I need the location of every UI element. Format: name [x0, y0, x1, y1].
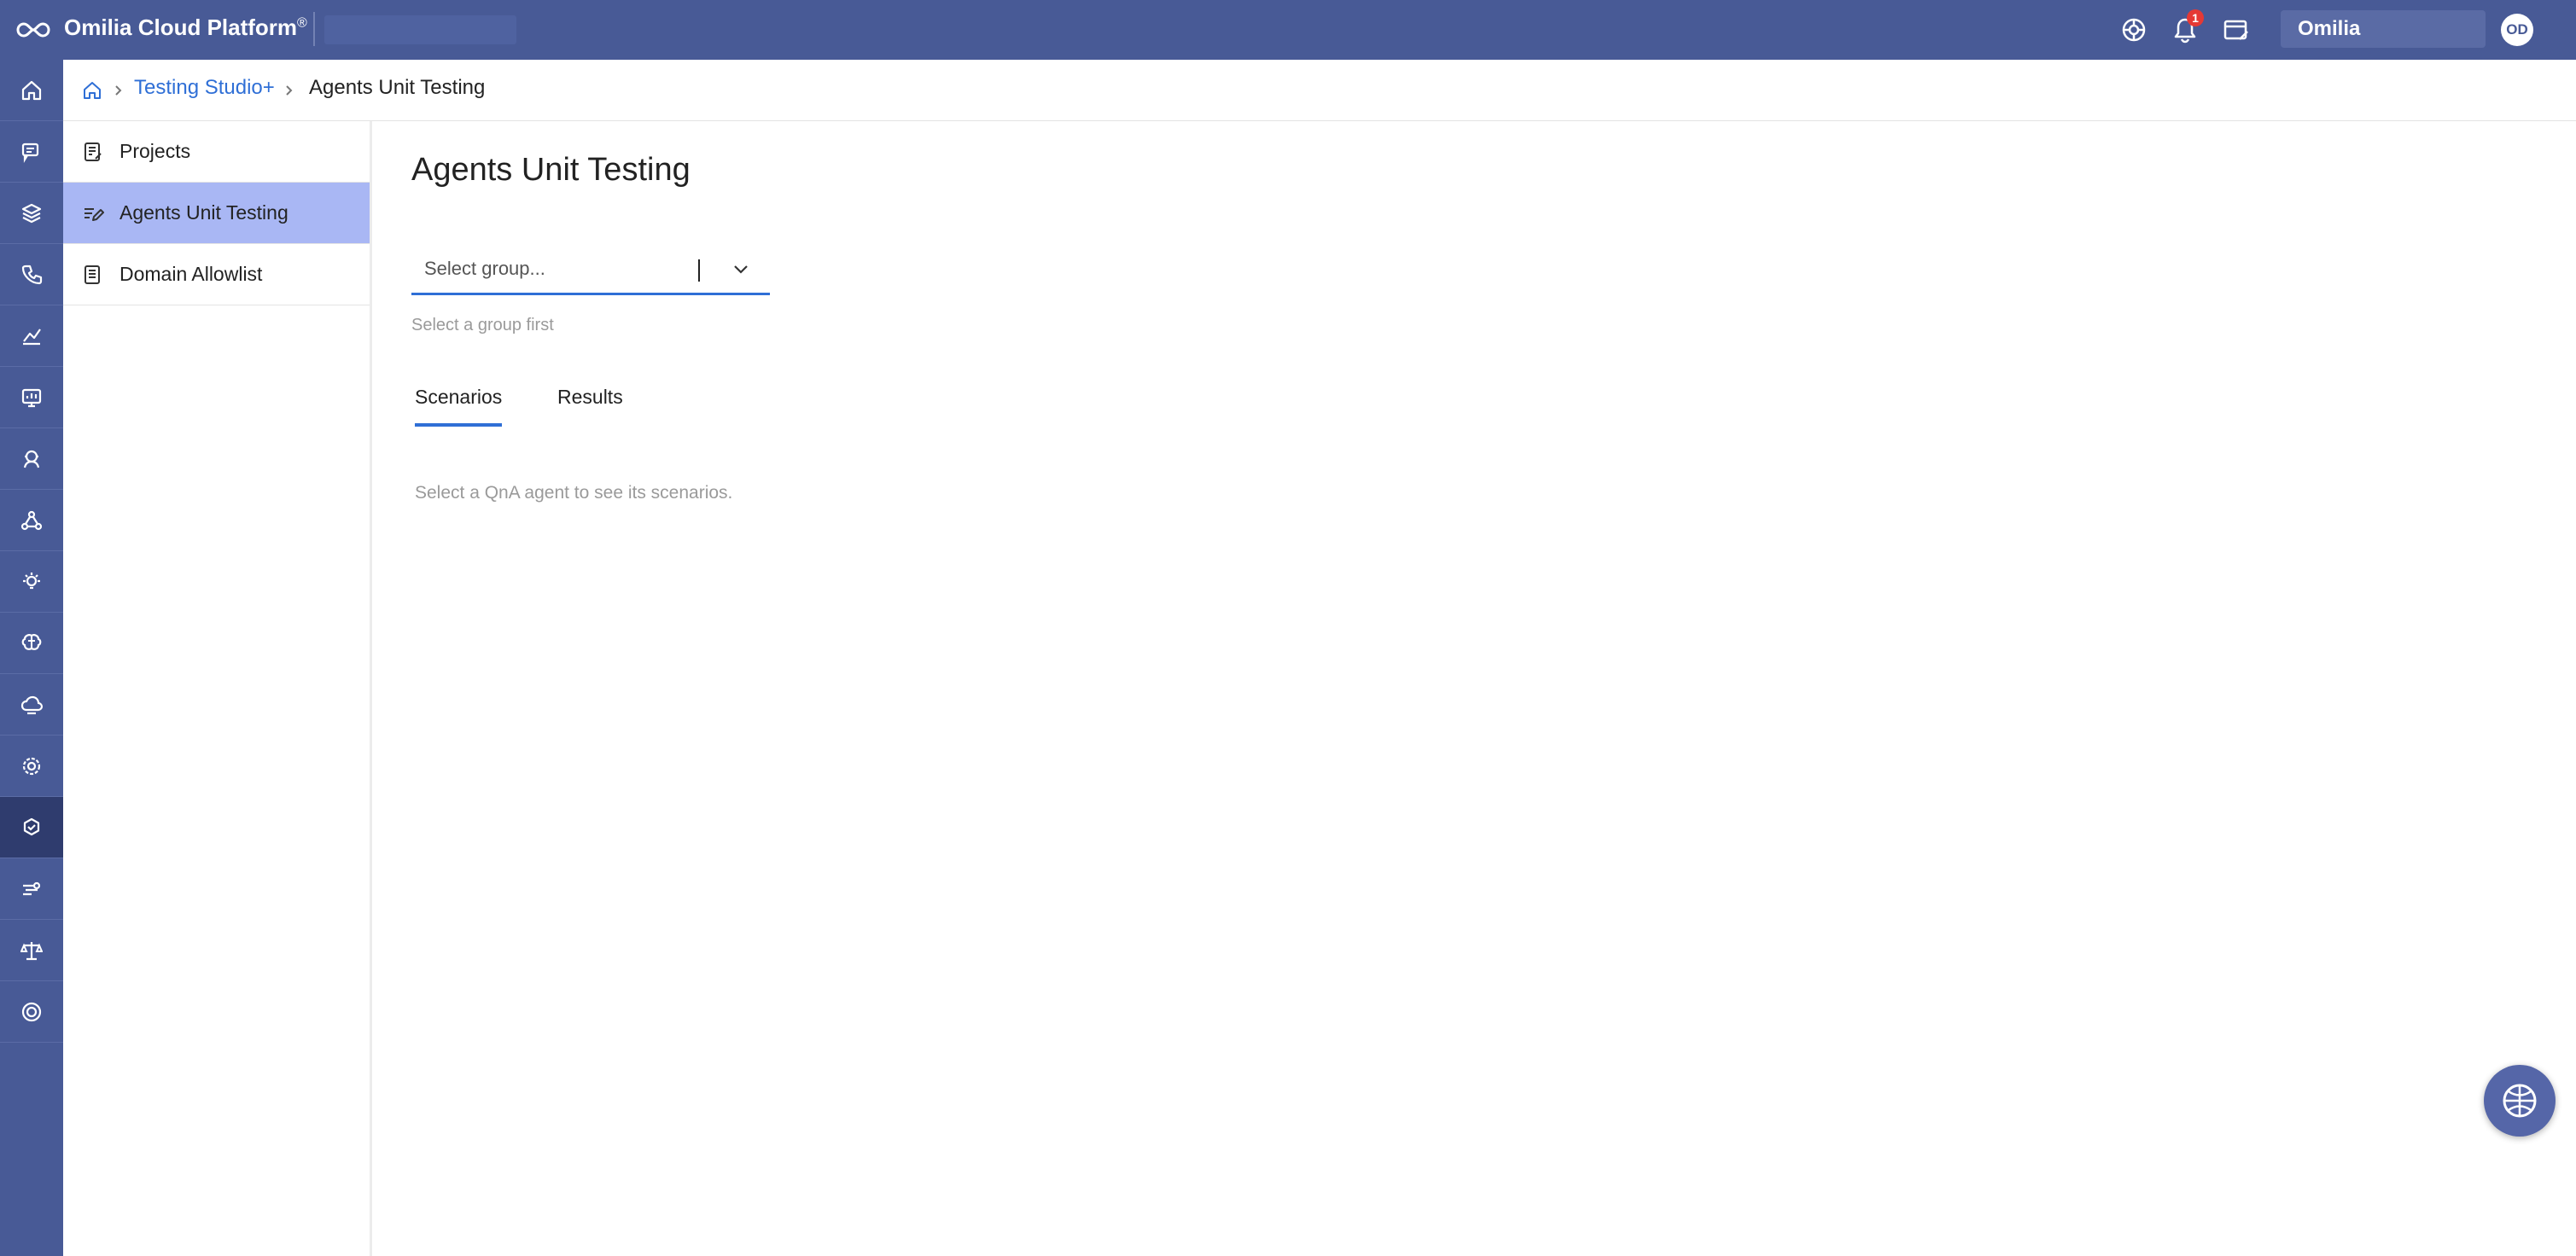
group-select-placeholder: Select group...	[424, 258, 545, 279]
group-select-dropdown[interactable]: Select group...	[411, 247, 770, 295]
analytics-icon[interactable]	[0, 305, 63, 367]
breadcrumb-testing-studio-link[interactable]: Testing Studio+	[134, 76, 275, 100]
document-edit-icon	[82, 141, 104, 163]
release-notes-icon[interactable]	[2221, 15, 2252, 45]
sidebar-item-label: Projects	[119, 140, 191, 162]
breadcrumb: Testing Studio+ Agents Unit Testing	[63, 60, 2576, 121]
notification-badge: 1	[2187, 9, 2204, 26]
tab-scenarios[interactable]: Scenarios	[415, 386, 503, 427]
registered-mark: ®	[297, 15, 307, 31]
tab-results[interactable]: Results	[557, 386, 623, 427]
speed-icon[interactable]	[0, 858, 63, 920]
sidebar-item-label: Agents Unit Testing	[119, 201, 288, 224]
text-cursor	[698, 259, 700, 282]
chevron-down-icon[interactable]	[731, 259, 751, 280]
phone-icon[interactable]	[0, 244, 63, 305]
edit-list-icon	[82, 202, 104, 224]
scale-icon[interactable]	[0, 920, 63, 981]
assistant-globe-icon	[2500, 1081, 2539, 1120]
group-helper-text: Select a group first	[411, 316, 554, 334]
sidebar-item-projects[interactable]: Projects	[63, 121, 370, 183]
notifications-bell-icon[interactable]: 1	[2170, 9, 2204, 45]
lightbulb-icon[interactable]	[0, 551, 63, 613]
breadcrumb-current: Agents Unit Testing	[309, 76, 486, 99]
tab-label: Scenarios	[415, 386, 503, 408]
app-title-text: Omilia Cloud Platform	[64, 15, 298, 40]
scenarios-empty-message: Select a QnA agent to see its scenarios.	[415, 483, 733, 503]
top-bar: Omilia Cloud Platform® 1 Omilia OD	[0, 0, 2576, 60]
testing-studio-sidebar: Projects Agents Unit Testing Domain Allo…	[63, 121, 372, 1256]
brain-icon[interactable]	[0, 613, 63, 674]
chat-bubble-icon[interactable]	[0, 121, 63, 183]
home-icon[interactable]	[0, 60, 63, 121]
support-icon[interactable]	[0, 981, 63, 1043]
top-search-field[interactable]	[324, 15, 516, 44]
settings-user-icon[interactable]	[0, 736, 63, 797]
network-icon[interactable]	[0, 490, 63, 551]
document-list-icon	[82, 264, 104, 286]
title-divider	[313, 12, 315, 46]
breadcrumb-chevron-icon	[111, 80, 126, 101]
agent-icon[interactable]	[0, 428, 63, 490]
main-nav-rail	[0, 60, 63, 1256]
sidebar-item-domain-allowlist[interactable]: Domain Allowlist	[63, 244, 370, 305]
assistant-button[interactable]	[2484, 1065, 2556, 1137]
breadcrumb-home-icon[interactable]	[82, 80, 102, 101]
help-center-icon[interactable]	[2118, 15, 2149, 45]
app-title: Omilia Cloud Platform®	[64, 15, 307, 41]
cloud-icon[interactable]	[0, 674, 63, 736]
monitor-icon[interactable]	[0, 367, 63, 428]
breadcrumb-chevron-icon	[282, 80, 297, 101]
user-avatar[interactable]: OD	[2501, 14, 2533, 46]
omilia-logo-icon[interactable]	[15, 15, 51, 44]
page-title: Agents Unit Testing	[411, 152, 691, 188]
sidebar-item-label: Domain Allowlist	[119, 263, 263, 285]
tab-label: Results	[557, 386, 623, 408]
testing-gear-icon[interactable]	[0, 797, 63, 858]
layers-icon[interactable]	[0, 183, 63, 244]
sidebar-item-agents-unit-testing[interactable]: Agents Unit Testing	[63, 183, 370, 244]
organization-selector[interactable]: Omilia	[2281, 10, 2486, 48]
